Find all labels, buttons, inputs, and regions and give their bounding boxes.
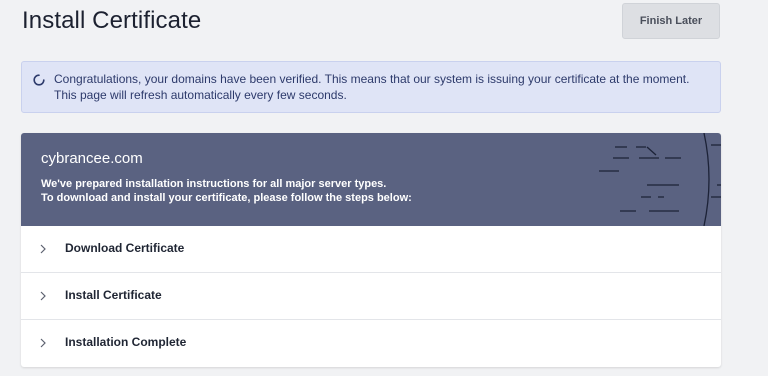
step-label: Install Certificate (65, 288, 162, 302)
step-download-certificate[interactable]: Download Certificate (21, 226, 721, 272)
instructions-text: We've prepared installation instructions… (41, 177, 412, 205)
step-install-certificate[interactable]: Install Certificate (21, 272, 721, 319)
chevron-right-icon (38, 289, 48, 301)
instructions-line-2: To download and install your certificate… (41, 192, 412, 204)
status-alert: Congratulations, your domains have been … (21, 61, 721, 113)
header-decoration (599, 133, 721, 226)
chevron-right-icon (38, 242, 48, 254)
finish-later-button[interactable]: Finish Later (622, 3, 720, 39)
domain-name: cybrancee.com (41, 150, 143, 167)
chevron-right-icon (38, 336, 48, 348)
alert-message: Congratulations, your domains have been … (54, 72, 690, 102)
instructions-line-1: We've prepared installation instructions… (41, 178, 387, 190)
steps-list: Download Certificate Install Certificate… (21, 226, 721, 366)
card-header: cybrancee.com We've prepared installatio… (21, 133, 721, 226)
step-installation-complete[interactable]: Installation Complete (21, 319, 721, 366)
step-label: Installation Complete (65, 335, 187, 349)
step-label: Download Certificate (65, 241, 185, 255)
certificate-card: cybrancee.com We've prepared installatio… (21, 133, 721, 367)
spinner-icon (33, 73, 45, 86)
page-title: Install Certificate (22, 7, 202, 34)
